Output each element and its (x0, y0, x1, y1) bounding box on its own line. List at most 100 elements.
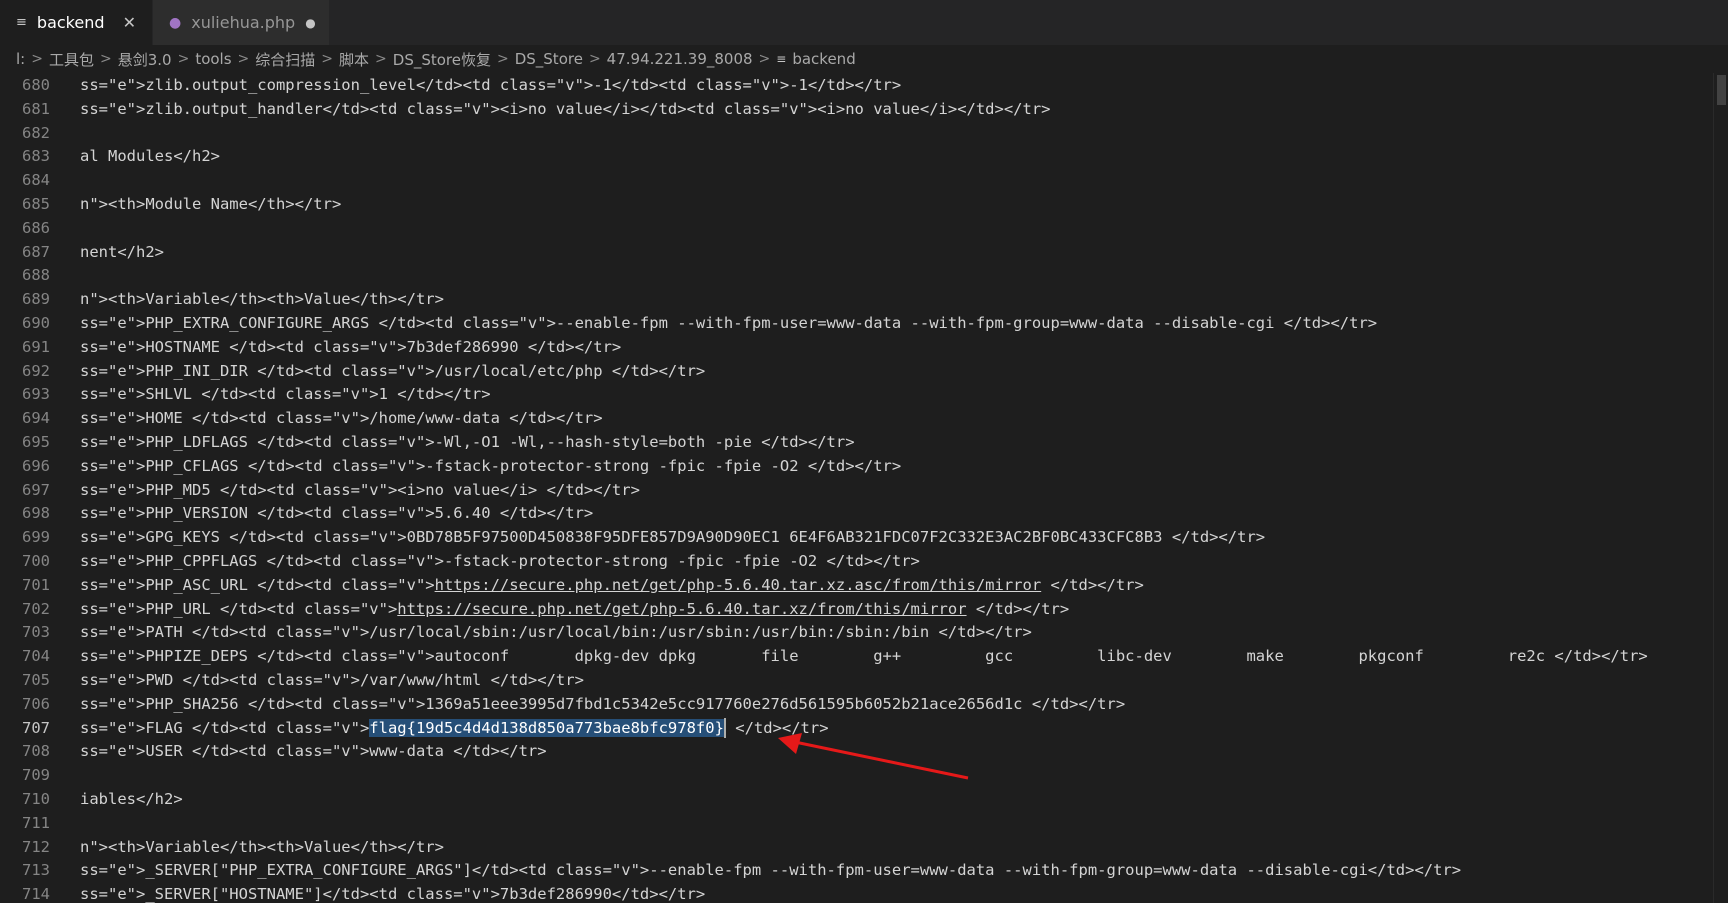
code-text: ss="e">PHP_URL </td><td class="v"> (80, 599, 398, 618)
line-content: ss="e">SHLVL </td><td class="v">1 </td><… (80, 385, 491, 404)
close-icon[interactable]: ✕ (123, 13, 136, 32)
line-content: ss="e">PWD </td><td class="v">/var/www/h… (80, 671, 584, 689)
breadcrumb-item[interactable]: tools (195, 50, 231, 68)
php-elephant-icon: ● (169, 14, 182, 31)
chevron-right-icon: > (496, 51, 509, 67)
line-content: ss="e">PHP_ASC_URL </td><td class="v">ht… (80, 573, 1144, 597)
chevron-right-icon: > (31, 51, 43, 67)
line-content: n"><th>Module Name</th></tr> (80, 195, 342, 213)
line-number: 689 (22, 290, 50, 309)
chevron-right-icon: > (375, 51, 387, 67)
breadcrumb-item[interactable]: 综合扫描 (255, 49, 315, 70)
line-number: 681 (22, 99, 50, 118)
line-content: ss="e">HOME </td><td class="v">/home/www… (80, 409, 603, 428)
line-number: 697 (22, 480, 50, 499)
line-content: ss="e">HOSTNAME </td><td class="v">7b3de… (80, 337, 622, 356)
tab-xuliehua-php[interactable]: ● xuliehua.php ● (153, 0, 330, 45)
code-text: </td></tr> (966, 599, 1070, 618)
line-number: 710 (22, 790, 50, 808)
line-number: 687 (22, 242, 50, 261)
line-content: ss="e">PHP_URL </td><td class="v">https:… (80, 597, 1069, 621)
line-number: 682 (22, 123, 50, 142)
breadcrumb-item[interactable]: l: (16, 50, 25, 68)
line-number: 705 (22, 671, 50, 689)
tab-label: backend (36, 13, 105, 32)
url-link[interactable]: https://secure.php.net/get/php-5.6.40.ta… (435, 576, 1042, 594)
chevron-right-icon: > (177, 51, 190, 67)
breadcrumb-item[interactable]: 47.94.221.39_8008 (607, 50, 753, 68)
line-number: 685 (22, 195, 50, 213)
code-text: ss="e">PHP_ASC_URL </td><td class="v"> (80, 575, 435, 594)
line-content: ss="e">PHPIZE_DEPS </td><td class="v">au… (80, 647, 1648, 666)
breadcrumb-item[interactable]: DS_Store恢复 (393, 49, 491, 70)
vertical-scrollbar[interactable] (1713, 73, 1728, 903)
line-number: 688 (22, 266, 50, 285)
unsaved-dot-icon[interactable]: ● (305, 16, 315, 30)
tab-bar: ≡ backend ✕ ● xuliehua.php ● (0, 0, 1728, 45)
line-content: ss="e">FLAG </td><td class="v">flag{19d5… (80, 716, 829, 740)
line-content: ss="e">PHP_INI_DIR </td><td class="v">/u… (80, 361, 706, 380)
line-content: nent</h2> (80, 242, 164, 261)
line-content: ss="e">PHP_CFLAGS </td><td class="v">-fs… (80, 456, 902, 475)
line-content: ss="e">PHP_EXTRA_CONFIGURE_ARGS </td><td… (80, 314, 1378, 332)
url-link[interactable]: https://secure.php.net/get/php-5.6.40.ta… (397, 600, 966, 618)
selected-flag-text[interactable]: flag{19d5c4d4d138d850a773bae8bfc978f0} (369, 718, 724, 737)
chevron-right-icon: > (321, 51, 334, 67)
line-number: 686 (22, 218, 50, 237)
line-number: 696 (22, 456, 50, 475)
breadcrumb-item[interactable]: 工具包 (49, 49, 94, 70)
line-number: 683 (22, 147, 50, 166)
line-number: 712 (22, 837, 50, 856)
line-content: ss="e">PHP_MD5 </td><td class="v"><i>no … (80, 480, 640, 499)
chevron-right-icon: > (758, 51, 771, 67)
line-number: 699 (22, 528, 50, 547)
line-number: 684 (22, 171, 50, 190)
breadcrumb-item[interactable]: DS_Store (515, 50, 583, 68)
line-number: 702 (22, 599, 50, 618)
breadcrumb-item[interactable]: backend (792, 50, 855, 68)
chevron-right-icon: > (99, 51, 112, 67)
breadcrumb: l: > 工具包 > 悬剑3.0 > tools > 综合扫描 > 脚本 > D… (0, 45, 1728, 73)
line-content: ss="e">zlib.output_handler</td><td class… (80, 99, 1051, 118)
line-content: ss="e">PHP_LDFLAGS </td><td class="v">-W… (80, 433, 855, 451)
line-content: ss="e">PHP_CPPFLAGS </td><td class="v">-… (80, 552, 920, 570)
line-number: 695 (22, 433, 50, 451)
line-number: 709 (22, 766, 50, 785)
chevron-right-icon: > (588, 51, 601, 67)
line-number: 701 (22, 575, 50, 594)
line-number: 693 (22, 385, 50, 404)
tab-label: xuliehua.php (191, 13, 296, 32)
breadcrumb-item[interactable]: 脚本 (339, 49, 369, 70)
tab-backend[interactable]: ≡ backend ✕ (0, 0, 153, 45)
line-number: 692 (22, 361, 50, 380)
breadcrumb-item[interactable]: 悬剑3.0 (118, 49, 172, 70)
code-text: </td></tr> (1041, 575, 1144, 594)
line-number: 707 (22, 718, 50, 737)
code-editor[interactable]: 680 ss="e">zlib.output_compression_level<… (0, 73, 1728, 903)
line-content: ss="e">zlib.output_compression_level</td… (80, 76, 902, 94)
line-number: 700 (22, 552, 50, 570)
code-text: ss="e">FLAG </td><td class="v"> (80, 718, 370, 737)
line-number: 698 (22, 504, 50, 523)
line-content: ss="e">GPG_KEYS </td><td class="v">0BD78… (80, 528, 1266, 547)
line-number: 711 (22, 813, 50, 832)
line-number: 706 (22, 694, 50, 713)
file-lines-icon: ≡ (16, 15, 27, 30)
line-content: ss="e">_SERVER["HOSTNAME"]</td><td class… (80, 885, 706, 903)
code-text: </td></tr> (725, 718, 829, 737)
line-content: ss="e">PHP_VERSION </td><td class="v">5.… (80, 504, 594, 523)
line-number: 691 (22, 337, 50, 356)
line-number: 680 (22, 76, 50, 94)
line-content: ss="e">_SERVER["PHP_EXTRA_CONFIGURE_ARGS… (80, 861, 1462, 880)
line-content: iables</h2> (80, 790, 183, 808)
line-number: 690 (22, 314, 50, 332)
file-lines-icon: ≡ (776, 52, 787, 66)
line-content: ss="e">PHP_SHA256 </td><td class="v">136… (80, 694, 1126, 713)
line-number: 703 (22, 623, 50, 642)
line-number: 714 (22, 885, 50, 903)
line-number: 713 (22, 861, 50, 880)
line-content: ss="e">USER </td><td class="v">www-data … (80, 742, 547, 761)
scrollbar-thumb[interactable] (1717, 75, 1726, 105)
chevron-right-icon: > (237, 51, 250, 67)
line-content: n"><th>Variable</th><th>Value</th></tr> (80, 837, 444, 856)
